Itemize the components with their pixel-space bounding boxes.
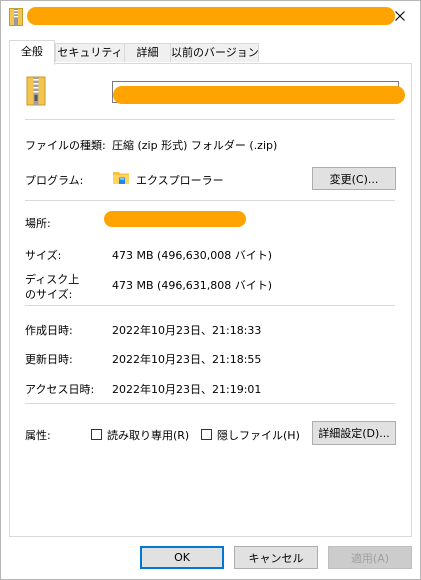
tab-general[interactable]: 全般 xyxy=(9,40,55,65)
cancel-button[interactable]: キャンセル xyxy=(234,546,318,569)
tab-previous-versions[interactable]: 以前のバージョン xyxy=(170,43,259,62)
created-value: 2022年10月23日、21:18:33 xyxy=(112,324,262,337)
created-label: 作成日時: xyxy=(25,324,73,337)
separator xyxy=(25,200,395,201)
zip-folder-icon xyxy=(9,8,23,26)
general-panel: ファイルの種類: 圧縮 (zip 形式) フォルダー (.zip) プログラム:… xyxy=(9,63,412,537)
redacted-file-name xyxy=(113,86,405,104)
ok-button[interactable]: OK xyxy=(140,546,224,569)
file-explorer-icon xyxy=(112,168,130,189)
file-type-label: ファイルの種類: xyxy=(25,139,106,152)
tab-strip: 全般 セキュリティ 詳細 以前のバージョン xyxy=(9,40,412,65)
hidden-checkbox-label[interactable]: 隠しファイル(H) xyxy=(217,427,300,443)
readonly-checkbox[interactable] xyxy=(91,429,102,440)
modified-label: 更新日時: xyxy=(25,353,73,366)
close-button[interactable] xyxy=(380,1,420,33)
title-bar[interactable] xyxy=(1,1,420,33)
file-type-value: 圧縮 (zip 形式) フォルダー (.zip) xyxy=(112,139,278,152)
disk-size-label-line1: ディスク上 xyxy=(25,273,80,286)
size-label: サイズ: xyxy=(25,249,62,262)
accessed-label: アクセス日時: xyxy=(25,383,95,396)
tab-security[interactable]: セキュリティ xyxy=(55,43,125,62)
tab-details[interactable]: 詳細 xyxy=(124,43,171,62)
change-program-button[interactable]: 変更(C)... xyxy=(312,167,396,190)
location-label: 場所: xyxy=(25,217,51,230)
program-value: エクスプローラー xyxy=(136,174,224,187)
separator xyxy=(25,305,395,306)
properties-window: 全般 セキュリティ 詳細 以前のバージョン ファイルの種類: 圧縮 (zip 形… xyxy=(0,0,421,580)
program-label: プログラム: xyxy=(25,174,84,187)
zip-folder-icon xyxy=(26,76,46,109)
separator xyxy=(25,403,395,404)
disk-size-label-line2: のサイズ: xyxy=(25,288,73,301)
apply-button[interactable]: 適用(A) xyxy=(328,546,412,569)
hidden-checkbox[interactable] xyxy=(201,429,212,440)
readonly-checkbox-label[interactable]: 読み取り専用(R) xyxy=(107,427,189,443)
redacted-location xyxy=(104,211,246,227)
accessed-value: 2022年10月23日、21:19:01 xyxy=(112,383,262,396)
disk-size-value: 473 MB (496,631,808 バイト) xyxy=(112,279,273,292)
attributes-label: 属性: xyxy=(25,429,51,442)
file-name-input[interactable] xyxy=(112,81,405,104)
advanced-attributes-button[interactable]: 詳細設定(D)... xyxy=(312,421,396,445)
modified-value: 2022年10月23日、21:18:55 xyxy=(112,353,262,366)
close-icon xyxy=(395,10,405,24)
separator xyxy=(25,119,395,120)
redacted-title xyxy=(27,7,395,25)
size-value: 473 MB (496,630,008 バイト) xyxy=(112,249,273,262)
